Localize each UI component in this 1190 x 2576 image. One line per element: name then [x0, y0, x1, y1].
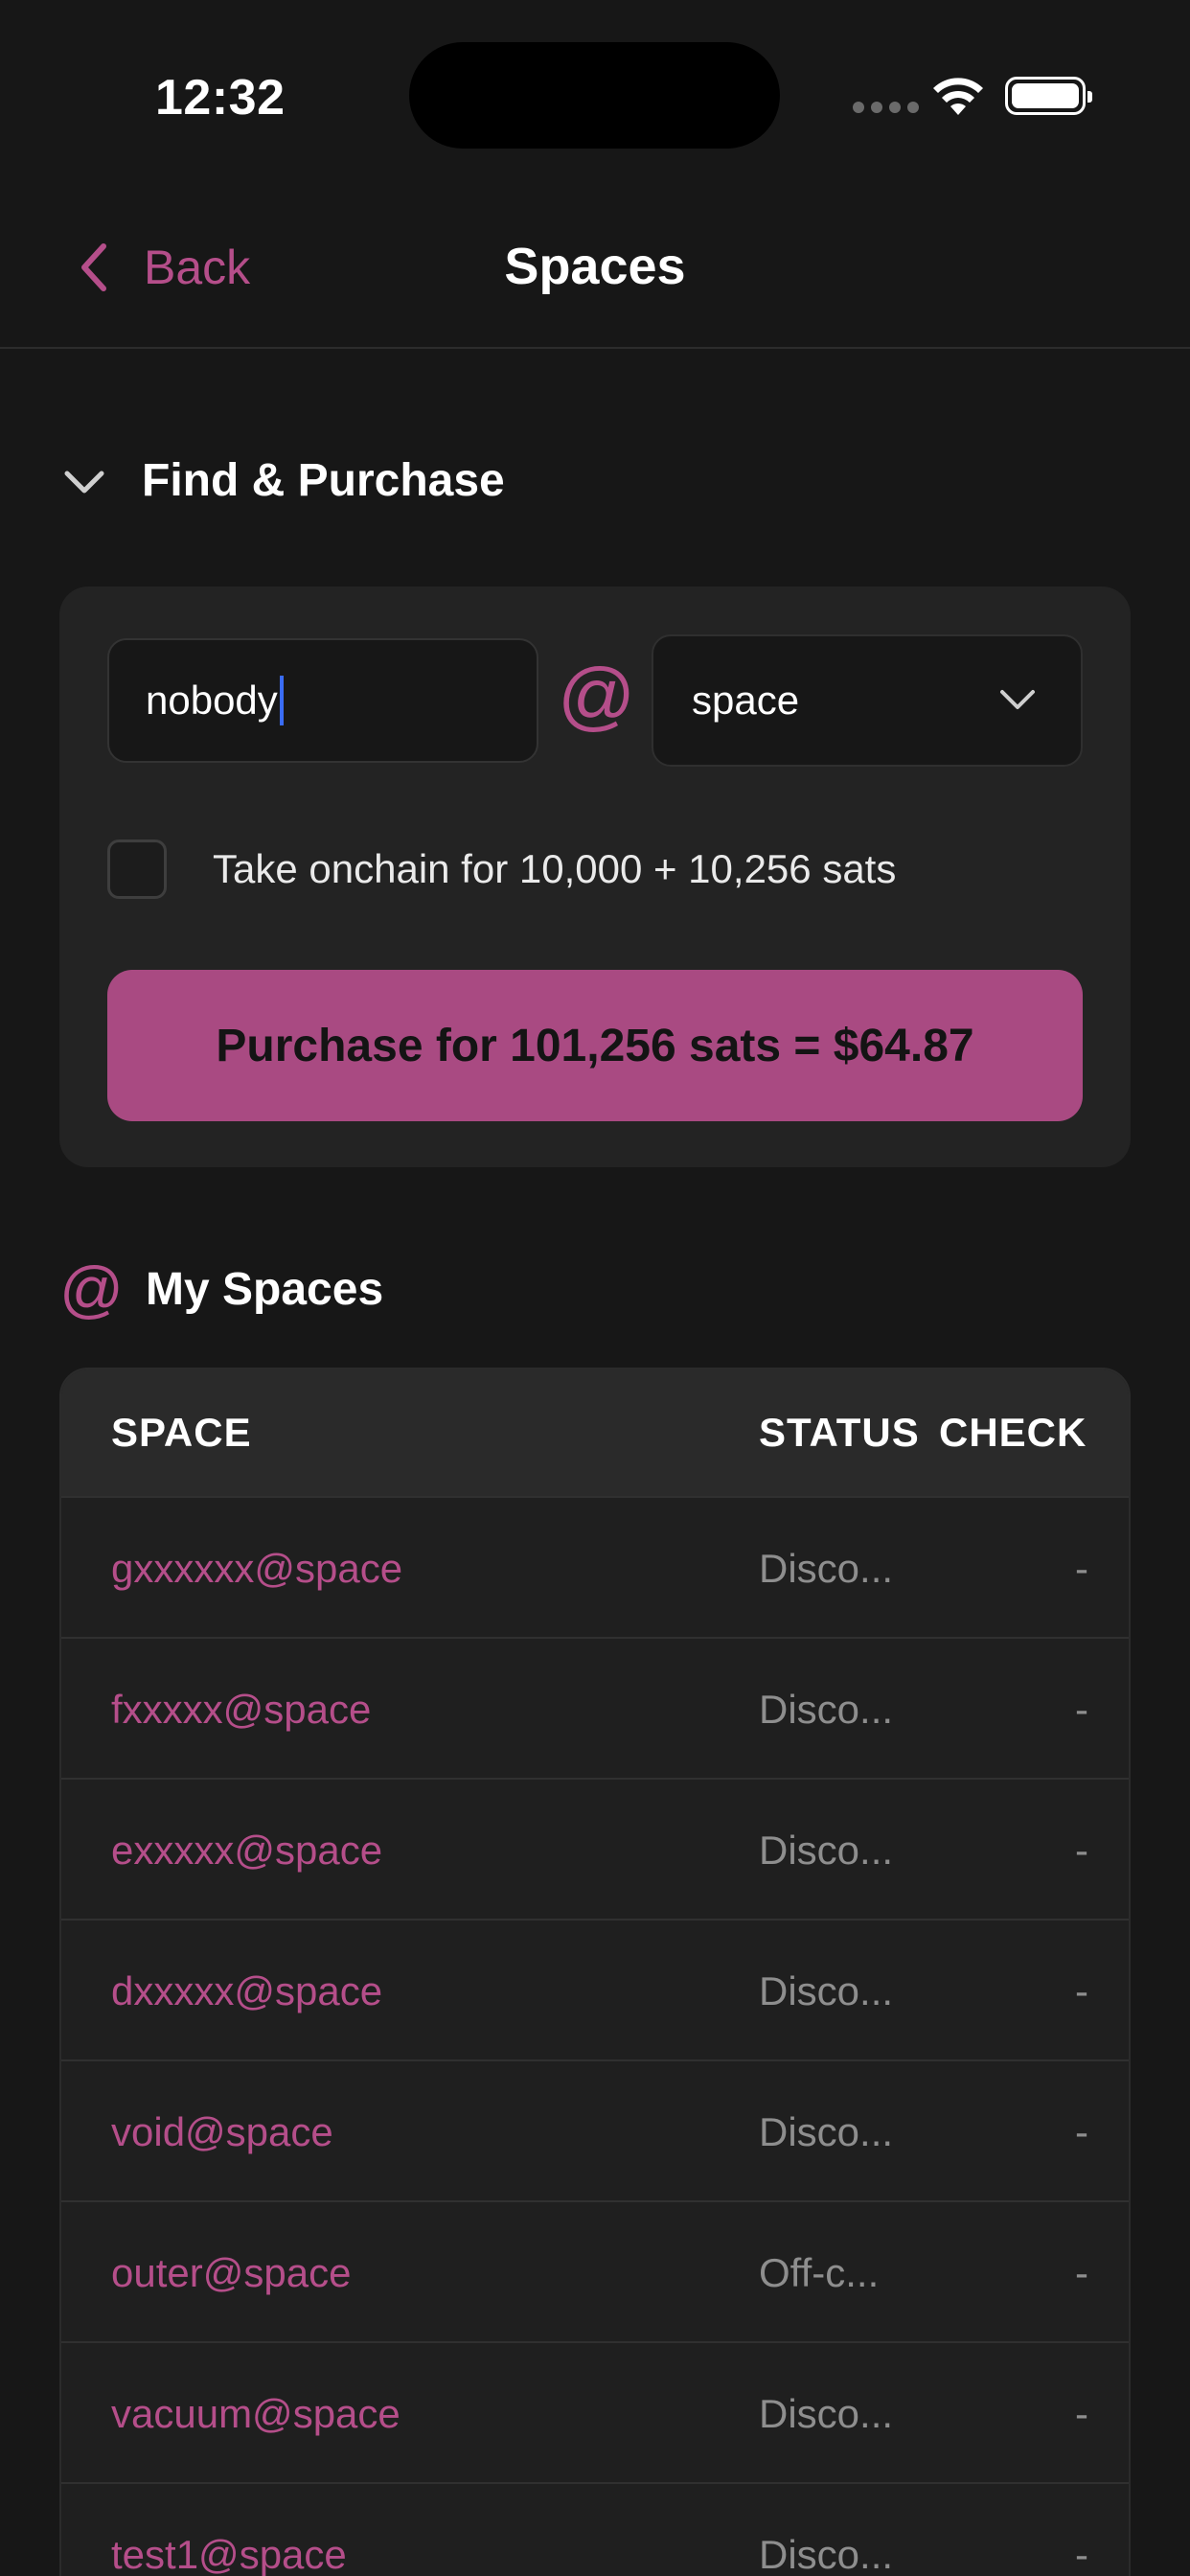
- space-check: -: [1075, 2532, 1088, 2576]
- space-status: Disco...: [759, 1546, 894, 1591]
- find-purchase-title: Find & Purchase: [142, 455, 505, 506]
- space-check: -: [1075, 2250, 1088, 2295]
- my-spaces-title: My Spaces: [146, 1263, 384, 1315]
- table-header: SPACE STATUS CHECK: [61, 1369, 1129, 1496]
- space-check: -: [1075, 2391, 1088, 2436]
- space-check: -: [1075, 2109, 1088, 2154]
- onchain-option[interactable]: Take onchain for 10,000 + 10,256 sats: [107, 840, 896, 899]
- table-row[interactable]: test1@space Disco... -: [61, 2482, 1129, 2576]
- find-purchase-header[interactable]: Find & Purchase: [59, 454, 505, 507]
- dynamic-island: [409, 42, 780, 149]
- find-purchase-card: nobody @ space Take onchain for 10,000 +…: [59, 586, 1131, 1167]
- column-header-space[interactable]: SPACE: [111, 1410, 252, 1456]
- status-time: 12:32: [155, 70, 286, 126]
- column-header-check[interactable]: CHECK: [939, 1410, 1087, 1456]
- at-icon: @: [59, 1254, 124, 1324]
- wifi-icon: [933, 78, 983, 115]
- space-check: -: [1075, 1828, 1088, 1873]
- space-check: -: [1075, 1687, 1088, 1732]
- table-row[interactable]: exxxxx@space Disco... -: [61, 1778, 1129, 1919]
- space-status: Disco...: [759, 1968, 894, 2013]
- column-header-status[interactable]: STATUS: [759, 1410, 920, 1456]
- space-status: Disco...: [759, 1687, 894, 1732]
- space-link[interactable]: exxxxx@space: [111, 1828, 382, 1874]
- space-name-input[interactable]: nobody: [107, 638, 538, 763]
- onchain-label: Take onchain for 10,000 + 10,256 sats: [213, 846, 897, 891]
- space-check: -: [1075, 1968, 1088, 2013]
- space-status: Disco...: [759, 2109, 894, 2154]
- space-link[interactable]: void@space: [111, 2109, 333, 2155]
- navigation-bar: Back Spaces: [0, 192, 1190, 349]
- domain-select[interactable]: space: [652, 634, 1083, 767]
- battery-icon: [1005, 77, 1092, 115]
- table-row[interactable]: dxxxxx@space Disco... -: [61, 1919, 1129, 2059]
- cellular-signal-icon: [853, 102, 919, 113]
- space-status: Off-c...: [759, 2250, 880, 2295]
- onchain-checkbox[interactable]: [107, 840, 167, 899]
- table-row[interactable]: fxxxxx@space Disco... -: [61, 1637, 1129, 1778]
- page-title: Spaces: [504, 238, 686, 295]
- table-row[interactable]: outer@space Off-c... -: [61, 2200, 1129, 2341]
- table-row[interactable]: gxxxxxx@space Disco... -: [61, 1496, 1129, 1637]
- space-link[interactable]: vacuum@space: [111, 2391, 400, 2437]
- space-check: -: [1075, 1546, 1088, 1591]
- space-name-value: nobody: [146, 678, 278, 723]
- space-link[interactable]: fxxxxx@space: [111, 1687, 371, 1733]
- at-separator: @: [558, 653, 636, 738]
- status-bar: 12:32: [0, 0, 1190, 192]
- space-link[interactable]: test1@space: [111, 2532, 347, 2576]
- my-spaces-header: @ My Spaces: [59, 1257, 383, 1321]
- space-status: Disco...: [759, 1828, 894, 1873]
- space-status: Disco...: [759, 2532, 894, 2576]
- table-row[interactable]: vacuum@space Disco... -: [61, 2341, 1129, 2482]
- table-row[interactable]: void@space Disco... -: [61, 2059, 1129, 2200]
- space-link[interactable]: gxxxxxx@space: [111, 1546, 402, 1592]
- spaces-table: SPACE STATUS CHECK gxxxxxx@space Disco..…: [59, 1368, 1131, 2576]
- space-status: Disco...: [759, 2391, 894, 2436]
- purchase-button[interactable]: Purchase for 101,256 sats = $64.87: [107, 970, 1083, 1121]
- chevron-down-icon: [64, 471, 104, 493]
- space-link[interactable]: outer@space: [111, 2250, 351, 2296]
- space-link[interactable]: dxxxxx@space: [111, 1968, 382, 2014]
- text-cursor: [279, 676, 284, 725]
- chevron-down-icon: [1000, 690, 1035, 709]
- spaces-screen: 12:32 Back Spaces Find & Purchase nobody…: [0, 0, 1190, 2576]
- domain-selected-value: space: [692, 678, 800, 723]
